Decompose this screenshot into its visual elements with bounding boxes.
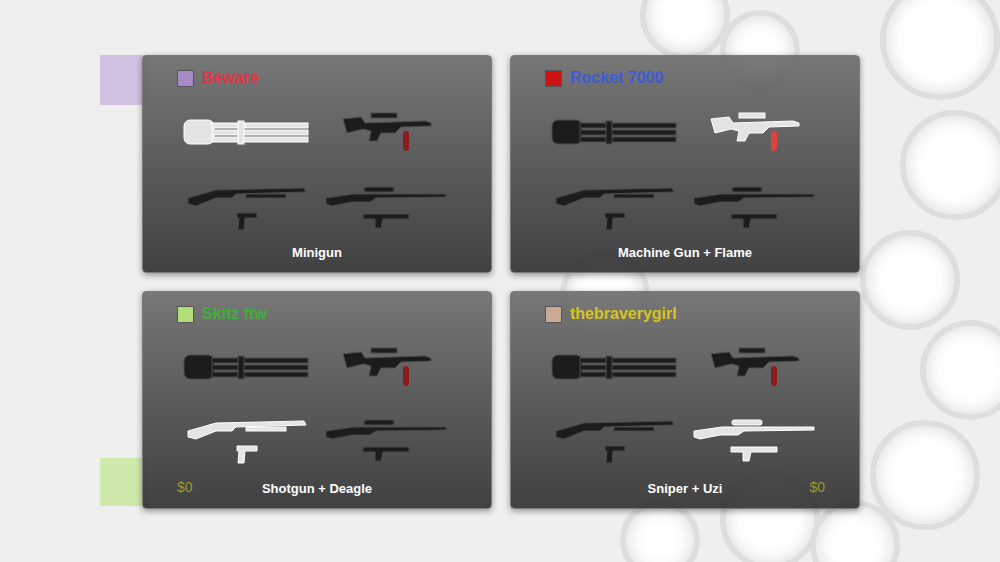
loadout-label: Shotgun + Deagle — [217, 480, 417, 498]
player-panel[interactable]: Skitz ftw $0Shotgun + Deagle — [142, 291, 492, 509]
uzi-icon[interactable] — [729, 210, 781, 230]
minigun-icon[interactable] — [182, 116, 312, 148]
player-header: thebraverygirl — [545, 304, 825, 324]
panel-grid: Beware Minigun Rocket 7000 Machine Gun + Fl… — [0, 0, 1000, 509]
game-screen: Beware Minigun Rocket 7000 Machine Gun + Fl… — [0, 0, 1000, 562]
loadout-label: Minigun — [217, 244, 417, 262]
player-color-swatch — [545, 306, 562, 323]
flower-decoration — [640, 0, 730, 60]
rifle-icon[interactable] — [709, 342, 801, 392]
minigun-icon[interactable] — [550, 116, 680, 148]
player-header: Rocket 7000 — [545, 68, 825, 88]
sniper-icon[interactable] — [692, 417, 818, 441]
pistol-icon[interactable] — [235, 210, 259, 232]
weapon-slot — [545, 94, 685, 169]
weapon-slot — [545, 169, 685, 244]
player-name: Rocket 7000 — [570, 68, 663, 88]
weapon-slot — [685, 404, 825, 478]
flower-decoration — [900, 110, 1000, 220]
player-panel[interactable]: Rocket 7000 Machine Gun + Flame — [510, 55, 860, 273]
shotgun-icon[interactable] — [186, 182, 308, 208]
weapon-slot — [317, 94, 457, 169]
weapon-slot — [685, 330, 825, 404]
minigun-icon[interactable] — [550, 351, 680, 383]
uzi-icon[interactable] — [361, 210, 413, 230]
sniper-icon[interactable] — [324, 417, 450, 441]
weapon-grid — [545, 94, 825, 244]
sniper-icon[interactable] — [692, 184, 818, 208]
player-header: Beware — [177, 68, 457, 88]
loadout-footer: Minigun — [177, 244, 457, 262]
player-color-swatch — [177, 306, 194, 323]
loadout-label: Sniper + Uzi — [585, 480, 785, 498]
weapon-grid — [545, 330, 825, 477]
minigun-icon[interactable] — [182, 351, 312, 383]
weapon-slot — [177, 94, 317, 169]
rifle-icon[interactable] — [341, 107, 433, 157]
weapon-slot — [317, 404, 457, 478]
weapon-grid — [177, 330, 457, 477]
flower-decoration — [920, 320, 1000, 420]
weapon-slot — [685, 94, 825, 169]
money-label: $0 — [785, 477, 825, 498]
flower-decoration — [880, 0, 1000, 100]
uzi-icon[interactable] — [361, 443, 413, 463]
player-color-swatch — [545, 70, 562, 87]
pistol-icon[interactable] — [603, 443, 627, 465]
player-name: Beware — [202, 68, 259, 88]
money-label: $0 — [177, 477, 217, 498]
uzi-icon[interactable] — [729, 443, 781, 463]
weapon-slot — [177, 169, 317, 244]
shotgun-icon[interactable] — [186, 415, 308, 441]
pistol-icon[interactable] — [603, 210, 627, 232]
pistol-icon[interactable] — [235, 443, 259, 465]
weapon-slot — [317, 330, 457, 404]
flower-decoration — [860, 230, 960, 330]
weapon-grid — [177, 94, 457, 244]
rifle-icon[interactable] — [709, 107, 801, 157]
weapon-slot — [177, 330, 317, 404]
loadout-footer: $0Shotgun + Deagle — [177, 477, 457, 498]
weapon-slot — [545, 404, 685, 478]
loadout-footer: Sniper + Uzi$0 — [545, 477, 825, 498]
weapon-slot — [317, 169, 457, 244]
rifle-icon[interactable] — [341, 342, 433, 392]
shotgun-icon[interactable] — [554, 415, 676, 441]
player-color-swatch — [177, 70, 194, 87]
player-panel[interactable]: thebraverygirl Sniper + Uzi$0 — [510, 291, 860, 509]
player-name: Skitz ftw — [202, 304, 267, 324]
weapon-slot — [545, 330, 685, 404]
shotgun-icon[interactable] — [554, 182, 676, 208]
sniper-icon[interactable] — [324, 184, 450, 208]
purple-block — [100, 55, 148, 105]
player-panel[interactable]: Beware Minigun — [142, 55, 492, 273]
flower-decoration — [620, 500, 700, 562]
player-header: Skitz ftw — [177, 304, 457, 324]
weapon-slot — [177, 404, 317, 478]
loadout-label: Machine Gun + Flame — [585, 244, 785, 262]
player-name: thebraverygirl — [570, 304, 677, 324]
green-block — [100, 458, 148, 506]
loadout-footer: Machine Gun + Flame — [545, 244, 825, 262]
weapon-slot — [685, 169, 825, 244]
